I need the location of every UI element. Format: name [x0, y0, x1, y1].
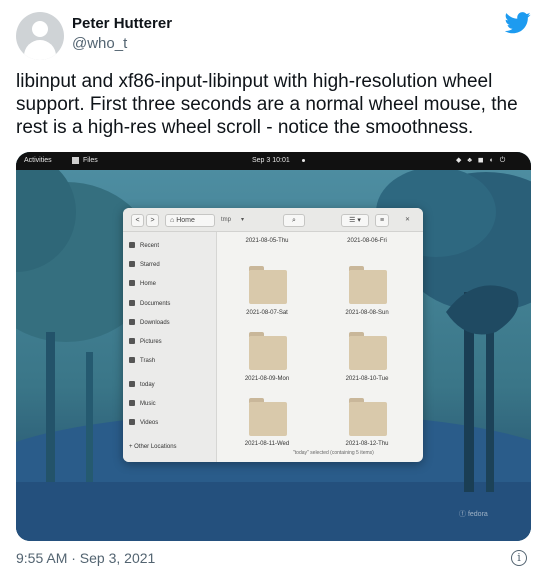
- folder-label: 2021-08-05-Thu: [245, 238, 289, 244]
- tweet-text: libinput and xf86-input-libinput with hi…: [16, 71, 518, 138]
- file-manager-window: < > ⌂ Home tmp ▾ ⌕ ☰ ▾ ≡ ✕ Recent Starre…: [123, 208, 423, 462]
- author-name[interactable]: Peter Hutterer: [72, 15, 172, 32]
- trash-icon: [129, 357, 135, 363]
- camera-icon: [129, 338, 135, 344]
- view-options-button[interactable]: ☰ ▾: [341, 214, 369, 227]
- hamburger-icon: ≡: [379, 217, 385, 224]
- folder-icon: [249, 332, 287, 370]
- fedora-watermark: ⓕ fedora: [459, 511, 488, 518]
- header-bar: < > ⌂ Home tmp ▾ ⌕ ☰ ▾ ≡ ✕: [123, 208, 423, 232]
- folder-icon: [129, 381, 135, 387]
- system-tray-icons[interactable]: ◆ ♣ ◼ ◐ ⏻: [456, 156, 507, 165]
- activities-button[interactable]: Activities: [24, 157, 52, 164]
- sidebar-item-starred[interactable]: Starred: [129, 259, 160, 271]
- sidebar-item-trash[interactable]: Trash: [129, 355, 155, 367]
- gnome-top-bar: Activities Files Sep 3 10:01 ◆ ♣ ◼ ◐ ⏻: [16, 152, 531, 170]
- folder-item[interactable]: 2021-08-07-Sat: [227, 266, 307, 336]
- app-menu-label[interactable]: Files: [83, 157, 98, 164]
- files-app-icon: [72, 157, 79, 164]
- folder-icon: [129, 400, 135, 406]
- folder-label: 2021-08-08-Sun: [345, 310, 389, 316]
- info-icon[interactable]: i: [511, 550, 527, 566]
- folder-item[interactable]: 2021-08-08-Sun: [327, 266, 407, 336]
- tweet-card: Peter Hutterer @who_t libinput and xf86-…: [0, 0, 539, 580]
- folder-icon: [129, 419, 135, 425]
- clock[interactable]: Sep 3 10:01: [252, 157, 290, 164]
- folder-icon: [249, 266, 287, 304]
- author-handle[interactable]: @who_t: [72, 35, 127, 52]
- close-icon[interactable]: ✕: [405, 214, 410, 227]
- search-button[interactable]: ⌕: [283, 214, 305, 227]
- back-button[interactable]: <: [131, 214, 144, 227]
- forward-button[interactable]: >: [146, 214, 159, 227]
- folder-icon: [349, 398, 387, 436]
- download-icon: [129, 319, 135, 325]
- folder-icon: [349, 266, 387, 304]
- home-icon: [129, 280, 135, 286]
- home-icon: ⌂: [170, 217, 175, 224]
- star-icon: [129, 261, 135, 267]
- sidebar-item-downloads[interactable]: Downloads: [129, 317, 170, 329]
- selection-status: "today" selected (containing 5 items): [293, 450, 374, 456]
- folder-item[interactable]: 2021-08-09-Mon: [227, 332, 307, 402]
- sidebar-item-today[interactable]: today: [129, 379, 155, 391]
- places-sidebar: Recent Starred Home Documents Downloads …: [123, 232, 217, 462]
- chevron-down-icon[interactable]: ▾: [241, 214, 244, 227]
- fedora-logo-icon: ⓕ: [459, 511, 466, 518]
- sidebar-item-pictures[interactable]: Pictures: [129, 336, 162, 348]
- folder-label: 2021-08-10-Tue: [345, 376, 389, 382]
- video-media[interactable]: Activities Files Sep 3 10:01 ◆ ♣ ◼ ◐ ⏻ <…: [16, 152, 531, 541]
- folder-grid: 2021-08-05-Thu 2021-08-06-Fri 2021-08-07…: [217, 232, 423, 462]
- folder-label: 2021-08-06-Fri: [347, 238, 387, 244]
- sidebar-item-documents[interactable]: Documents: [129, 298, 170, 310]
- path-current-label[interactable]: tmp: [221, 214, 231, 227]
- sidebar-item-other-locations[interactable]: + Other Locations: [129, 441, 177, 453]
- list-view-icon: ☰ ▾: [349, 217, 361, 224]
- clock-icon: [129, 242, 135, 248]
- sidebar-item-music[interactable]: Music: [129, 398, 156, 410]
- folder-label: 2021-08-09-Mon: [244, 376, 290, 382]
- folder-label: 2021-08-11-Wed: [244, 441, 290, 447]
- document-icon: [129, 300, 135, 306]
- menu-button[interactable]: ≡: [375, 214, 389, 227]
- folder-icon: [349, 332, 387, 370]
- sidebar-item-videos[interactable]: Videos: [129, 417, 158, 429]
- sidebar-item-recent[interactable]: Recent: [129, 240, 159, 252]
- folder-icon: [249, 398, 287, 436]
- sidebar-item-home[interactable]: Home: [129, 278, 156, 290]
- folder-label: 2021-08-12-Thu: [345, 441, 389, 447]
- notification-dot-icon: [302, 159, 305, 162]
- path-home-label: Home: [176, 217, 195, 224]
- folder-label: 2021-08-07-Sat: [246, 310, 288, 316]
- twitter-bird-icon[interactable]: [505, 12, 531, 34]
- folder-item[interactable]: 2021-08-10-Tue: [327, 332, 407, 402]
- avatar[interactable]: [16, 12, 64, 60]
- tweet-timestamp[interactable]: 9:55 AM · Sep 3, 2021: [16, 550, 155, 566]
- search-icon: ⌕: [292, 217, 296, 224]
- path-home-button[interactable]: ⌂ Home: [165, 214, 215, 227]
